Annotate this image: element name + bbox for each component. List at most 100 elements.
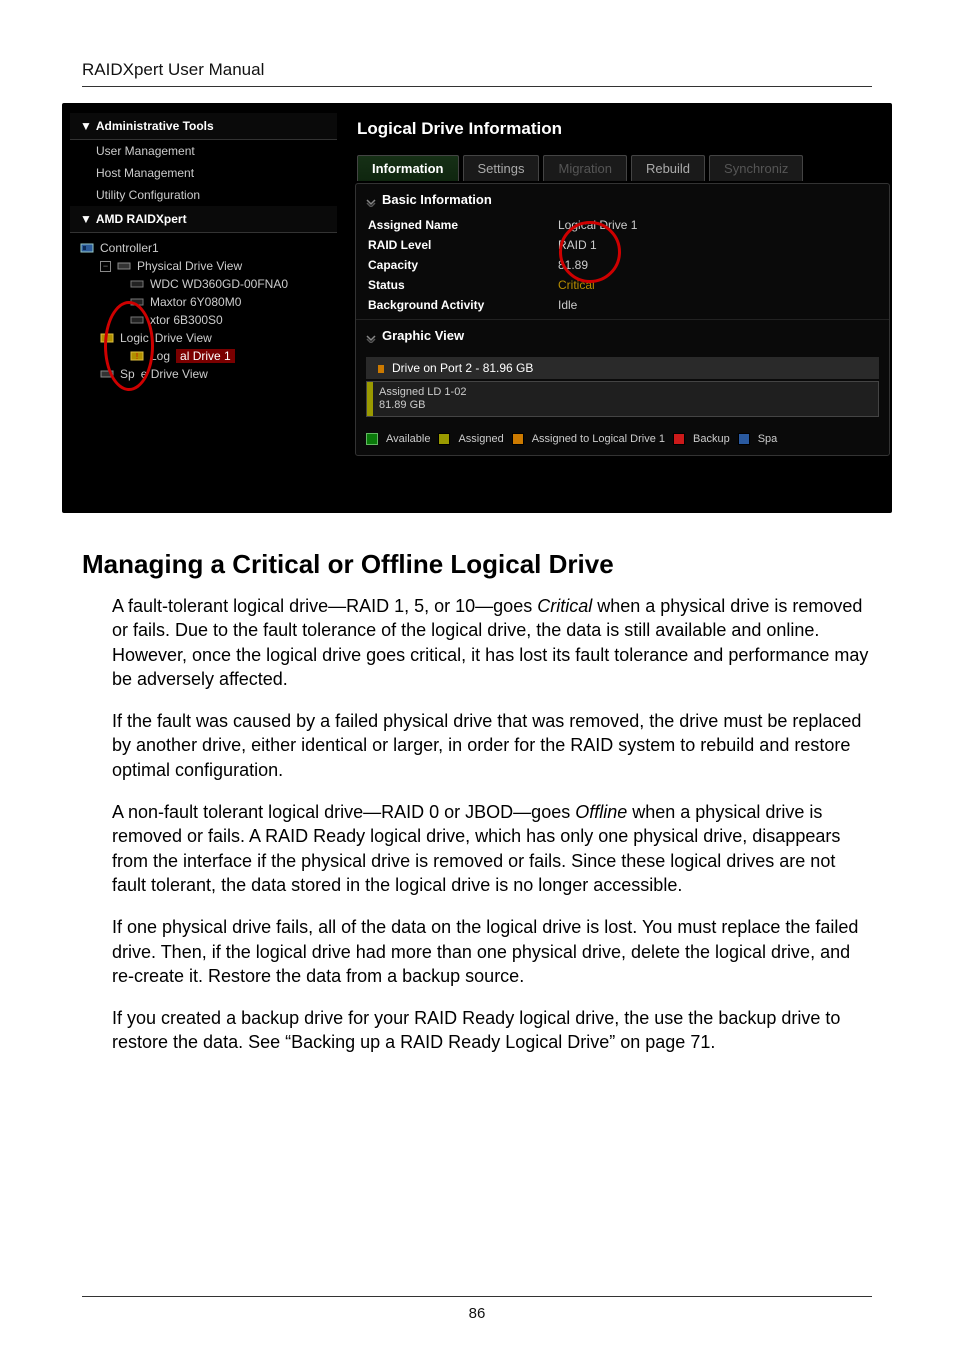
nav-section-label: AMD RAIDXpert xyxy=(96,212,187,226)
tree-physical-drive[interactable]: WDC WD360GD-00FNA0 xyxy=(74,275,337,293)
controller-icon xyxy=(80,241,94,255)
info-key: Capacity xyxy=(368,258,558,272)
app-screenshot: ▼ Administrative Tools User Management Ho… xyxy=(62,103,892,513)
nav-item-user-management[interactable]: User Management xyxy=(70,140,337,162)
tree-label-part: Logic xyxy=(120,331,149,345)
swatch-spare-icon xyxy=(738,433,750,445)
body-paragraph: If you created a backup drive for your R… xyxy=(112,1006,872,1055)
tree-label: Physical Drive View xyxy=(137,259,242,273)
body-paragraph: If one physical drive fails, all of the … xyxy=(112,915,872,988)
triangle-down-icon: ▼ xyxy=(80,212,92,226)
info-key: RAID Level xyxy=(368,238,558,252)
drive-port-label: Drive on Port 2 - 81.96 GB xyxy=(366,357,879,379)
info-key: Background Activity xyxy=(368,298,558,312)
nav-section-label: Administrative Tools xyxy=(96,119,214,133)
tree-label: Controller1 xyxy=(100,241,159,255)
subsection-label: Basic Information xyxy=(382,192,492,207)
basic-info-header[interactable]: Basic Information xyxy=(356,184,889,215)
nav-tree: Controller1 − Physical Drive View WDC WD… xyxy=(70,233,337,383)
tree-label-selected: al Drive 1 xyxy=(176,349,235,363)
plug-icon xyxy=(376,363,386,373)
info-key: Status xyxy=(368,278,558,292)
legend-label: Assigned xyxy=(458,433,503,445)
tab-information[interactable]: Information xyxy=(357,155,459,181)
tree-logical-drive-view[interactable]: Logic Drive View xyxy=(74,329,337,347)
triangle-down-icon: ▼ xyxy=(80,119,92,133)
segment-label: Assigned LD 1-02 xyxy=(379,386,872,399)
swatch-backup-icon xyxy=(673,433,685,445)
swatch-assigned-ld1-icon xyxy=(512,433,524,445)
tab-bar: Information Settings Migration Rebuild S… xyxy=(357,155,892,181)
spare-drive-icon xyxy=(100,367,114,381)
nav-section-raidxpert[interactable]: ▼ AMD RAIDXpert xyxy=(70,206,337,233)
swatch-available-icon xyxy=(366,433,378,445)
subsection-label: Graphic View xyxy=(382,328,464,343)
page-footer: 86 xyxy=(0,1296,954,1322)
tree-label-part: e Drive View xyxy=(141,367,208,381)
body-paragraph: If the fault was caused by a failed phys… xyxy=(112,709,872,782)
info-value: 81.89 xyxy=(558,258,588,272)
tree-spare-drive-view[interactable]: Sp e Drive View xyxy=(74,365,337,383)
chevron-down-icon xyxy=(366,195,376,205)
capacity-bar: Assigned LD 1-02 81.89 GB xyxy=(366,381,879,417)
panel-title: Logical Drive Information xyxy=(357,119,892,139)
nav-section-admin[interactable]: ▼ Administrative Tools xyxy=(70,113,337,140)
term-offline: Offline xyxy=(575,802,627,822)
hdd-icon xyxy=(130,313,144,327)
swatch-assigned-icon xyxy=(438,433,450,445)
info-key: Assigned Name xyxy=(368,218,558,232)
legend-label: Spa xyxy=(758,433,778,445)
text-run: A non-fault tolerant logical drive—RAID … xyxy=(112,802,575,822)
header-rule xyxy=(82,86,872,87)
info-row-assigned-name: Assigned NameLogical Drive 1 xyxy=(356,215,889,235)
tree-label: WDC WD360GD-00FNA0 xyxy=(150,277,288,291)
tab-settings[interactable]: Settings xyxy=(463,155,540,181)
section-heading: Managing a Critical or Offline Logical D… xyxy=(82,549,872,580)
tree-logical-drive-1[interactable]: ! Log al Drive 1 xyxy=(74,347,337,365)
warning-drive-icon: ! xyxy=(130,349,144,363)
tab-rebuild[interactable]: Rebuild xyxy=(631,155,705,181)
term-critical: Critical xyxy=(537,596,592,616)
legend-label: Backup xyxy=(693,433,730,445)
tree-label-part: Sp xyxy=(120,367,135,381)
content-pane: Logical Drive Information Information Se… xyxy=(337,103,892,513)
nav-item-utility-config[interactable]: Utility Configuration xyxy=(70,184,337,206)
legend-label: Available xyxy=(386,433,430,445)
graphic-view-header[interactable]: Graphic View xyxy=(356,319,889,351)
info-panel: Basic Information Assigned NameLogical D… xyxy=(355,183,890,456)
body-paragraph: A fault-tolerant logical drive—RAID 1, 5… xyxy=(112,594,872,691)
page-number: 86 xyxy=(469,1305,486,1322)
logical-drive-icon xyxy=(100,331,114,345)
hdd-icon xyxy=(130,277,144,291)
info-value: RAID 1 xyxy=(558,238,597,252)
chevron-down-icon xyxy=(366,331,376,341)
info-value-critical: Critical xyxy=(558,278,595,292)
info-value: Logical Drive 1 xyxy=(558,218,637,232)
text-run: A fault-tolerant logical drive—RAID 1, 5… xyxy=(112,596,537,616)
collapse-icon[interactable]: − xyxy=(100,261,111,272)
info-row-status: StatusCritical xyxy=(356,275,889,295)
page-header: RAIDXpert User Manual xyxy=(82,60,872,80)
drive-icon xyxy=(117,259,131,273)
hdd-icon xyxy=(130,295,144,309)
tree-physical-drive[interactable]: xtor 6B300S0 xyxy=(74,311,337,329)
tree-controller[interactable]: Controller1 xyxy=(74,239,337,257)
segment-size: 81.89 GB xyxy=(379,399,872,412)
info-row-raid-level: RAID LevelRAID 1 xyxy=(356,235,889,255)
legend: Available Assigned Assigned to Logical D… xyxy=(356,427,889,455)
footer-rule xyxy=(82,1296,872,1297)
nav-pane: ▼ Administrative Tools User Management Ho… xyxy=(62,103,337,513)
nav-item-host-management[interactable]: Host Management xyxy=(70,162,337,184)
tree-physical-drive[interactable]: Maxtor 6Y080M0 xyxy=(74,293,337,311)
info-row-capacity: Capacity81.89 xyxy=(356,255,889,275)
tree-label: Maxtor 6Y080M0 xyxy=(150,295,241,309)
tree-label-part: Log xyxy=(150,349,170,363)
drive-port-text: Drive on Port 2 - 81.96 GB xyxy=(392,361,533,375)
tree-label: xtor 6B300S0 xyxy=(150,313,223,327)
tree-label-part: Drive View xyxy=(155,331,212,345)
info-value: Idle xyxy=(558,298,577,312)
tab-migration: Migration xyxy=(543,155,626,181)
svg-text:!: ! xyxy=(136,352,138,361)
tree-physical-drive-view[interactable]: − Physical Drive View xyxy=(74,257,337,275)
body-paragraph: A non-fault tolerant logical drive—RAID … xyxy=(112,800,872,897)
